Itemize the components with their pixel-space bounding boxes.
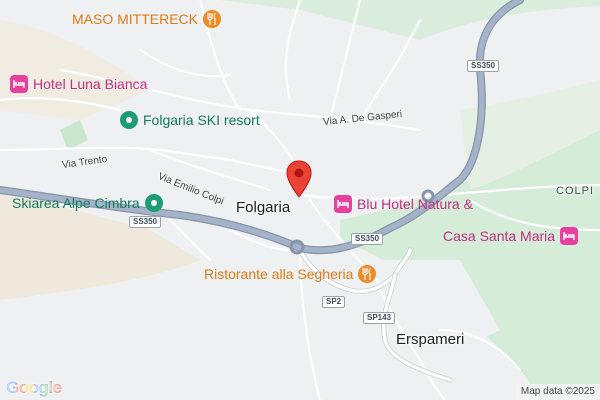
poi-label: Ristorante alla Segheria (204, 266, 354, 282)
poi-maso-mittereck[interactable]: MASO MITTERECK (72, 10, 222, 28)
place-label-folgaria: Folgaria (236, 199, 291, 216)
park-icon (120, 111, 138, 129)
map-attribution: Map data ©2025 (515, 384, 600, 400)
road-shield-ss350: SS350 (351, 233, 384, 245)
poi-label: Casa Santa Maria (443, 228, 556, 244)
road-shield-ss350: SS350 (467, 60, 500, 72)
poi-ristorante-alla-segheria[interactable]: Ristorante alla Segheria (204, 265, 377, 283)
attribution-text: Map data ©2025 (520, 386, 595, 397)
poi-blu-hotel-natura[interactable]: Blu Hotel Natura & (334, 195, 473, 213)
hotel-icon (334, 195, 352, 213)
poi-label: Skiarea Alpe Cimbra (12, 195, 140, 211)
location-pin-icon[interactable] (285, 160, 313, 200)
road-shield-sp143: SP143 (363, 312, 396, 324)
place-label-erspameri: Erspameri (396, 331, 465, 348)
restaurant-icon (203, 10, 222, 28)
poi-label: Blu Hotel Natura & (357, 196, 473, 212)
poi-label: Hotel Luna Bianca (33, 76, 148, 92)
google-logo[interactable]: Google (6, 378, 62, 398)
place-label-colpi: COLPI (556, 185, 595, 197)
hotel-icon (560, 227, 579, 245)
hotel-icon (10, 75, 28, 93)
road-shield-sp2: SP2 (322, 296, 346, 308)
map-canvas[interactable]: Folgaria Erspameri COLPI Via A. De Gaspe… (0, 0, 600, 400)
restaurant-icon (358, 265, 377, 283)
google-logo-text: Google (6, 378, 62, 397)
poi-label: MASO MITTERECK (72, 11, 199, 27)
poi-folgaria-ski-resort[interactable]: Folgaria SKI resort (120, 111, 260, 129)
road-shield-ss350: SS350 (129, 216, 162, 228)
poi-skiarea-alpe-cimbra[interactable]: Skiarea Alpe Cimbra (12, 194, 163, 212)
poi-label: Folgaria SKI resort (143, 112, 260, 128)
poi-hotel-luna-bianca[interactable]: Hotel Luna Bianca (10, 75, 147, 93)
park-icon (144, 194, 163, 212)
poi-casa-santa-maria[interactable]: Casa Santa Maria (443, 227, 579, 245)
